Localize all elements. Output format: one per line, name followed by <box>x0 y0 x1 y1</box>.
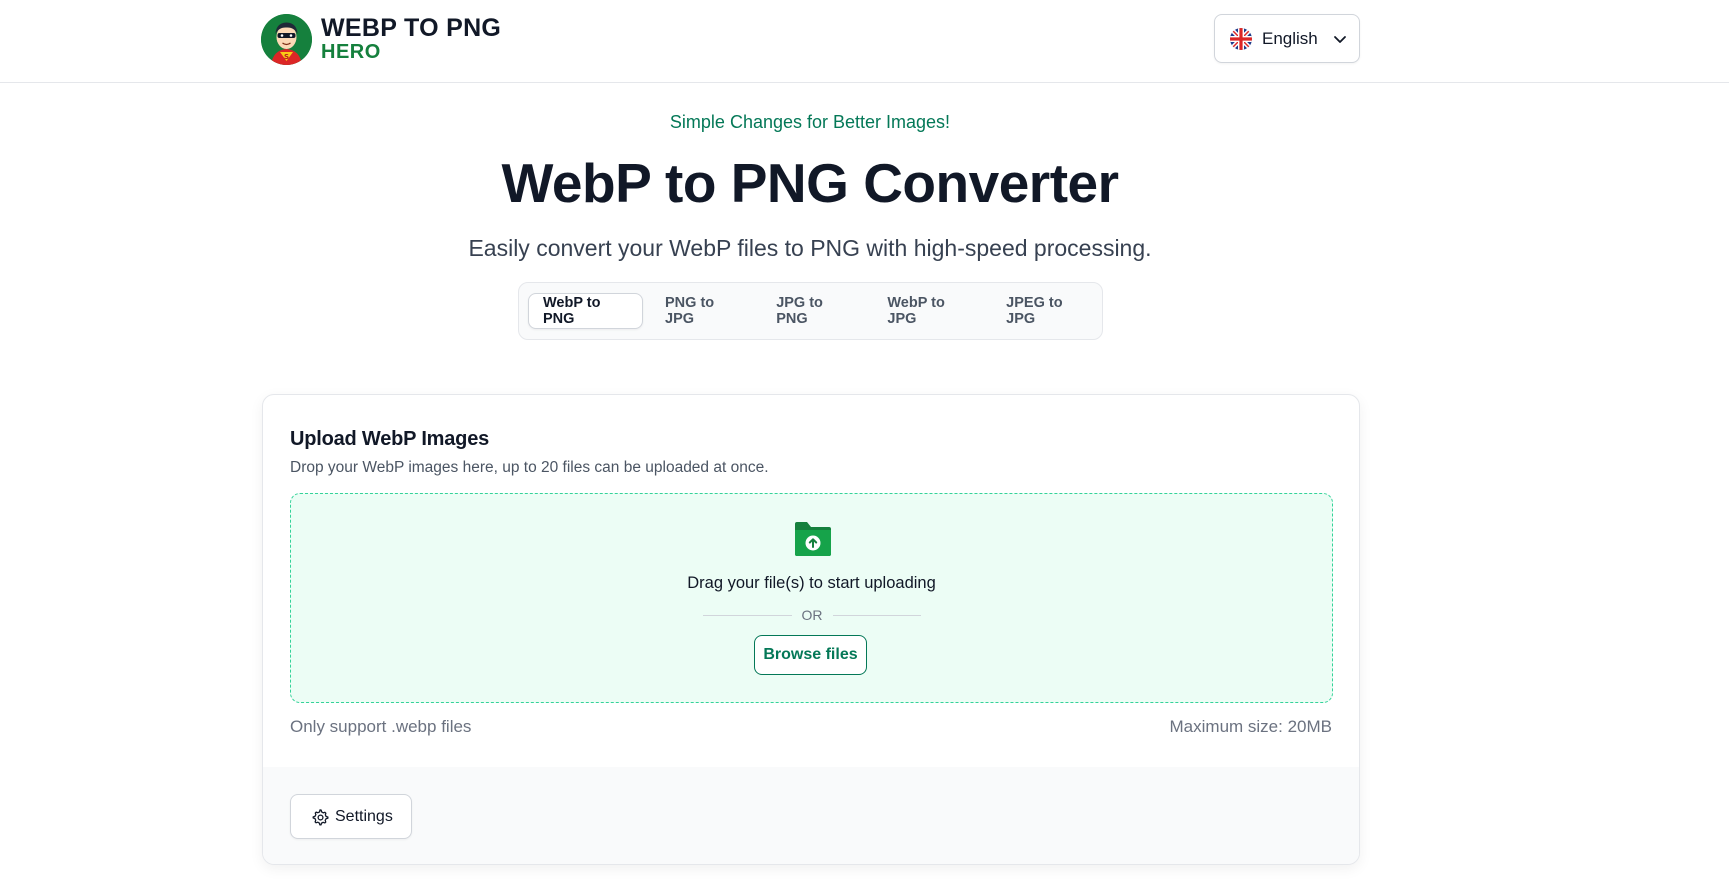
browse-files-button[interactable]: Browse files <box>754 635 867 675</box>
or-label: OR <box>801 607 823 623</box>
tab-webp-to-png[interactable]: WebP to PNG <box>528 293 643 329</box>
drop-instruction: Drag your file(s) to start uploading <box>687 574 936 592</box>
upload-description: Drop your WebP images here, up to 20 fil… <box>290 459 769 476</box>
tagline: Simple Changes for Better Images! <box>669 112 951 132</box>
tab-jpg-to-png[interactable]: JPG to PNG <box>762 293 865 329</box>
converter-tabs: WebP to PNG PNG to JPG JPG to PNG WebP t… <box>518 282 1103 340</box>
max-size-note: Maximum size: 20MB <box>1169 717 1332 736</box>
logo-title: WEBP TO PNG <box>321 14 502 42</box>
language-selector[interactable]: English <box>1214 14 1360 63</box>
settings-label: Settings <box>335 807 393 825</box>
gear-icon <box>312 808 329 826</box>
tab-jpeg-to-jpg[interactable]: JPEG to JPG <box>992 293 1102 329</box>
settings-button[interactable]: Settings <box>290 794 412 839</box>
svg-text:S: S <box>284 53 289 61</box>
tab-webp-to-jpg[interactable]: WebP to JPG <box>873 293 984 329</box>
upload-title: Upload WebP Images <box>290 428 490 450</box>
page-subtitle: Easily convert your WebP files to PNG wi… <box>468 235 1152 261</box>
or-divider: OR <box>703 607 921 623</box>
supported-format-note: Only support .webp files <box>290 717 472 736</box>
page-title: WebP to PNG Converter <box>501 152 1119 214</box>
tab-png-to-jpg[interactable]: PNG to JPG <box>651 293 754 329</box>
hero-avatar-icon: S <box>261 13 312 65</box>
folder-upload-icon <box>795 522 831 556</box>
logo-subtitle: HERO <box>321 41 381 63</box>
uk-flag-icon <box>1230 27 1252 50</box>
file-dropzone[interactable]: Drag your file(s) to start uploading OR … <box>290 493 1333 703</box>
site-logo[interactable]: S WEBP TO PNG HERO <box>261 13 501 65</box>
upload-card: Upload WebP Images Drop your WebP images… <box>262 394 1360 865</box>
site-header: S WEBP TO PNG HERO English <box>0 0 1729 83</box>
language-label: English <box>1262 28 1318 48</box>
card-footer: Settings <box>263 767 1359 864</box>
chevron-down-icon <box>1333 35 1346 43</box>
